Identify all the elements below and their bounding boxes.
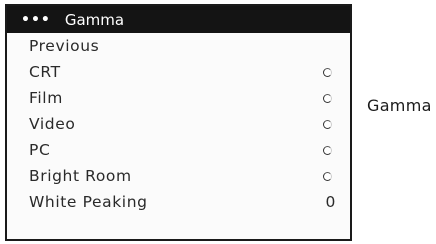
- gamma-menu-panel: ••• Gamma Previous CRT Film Video PC Bri…: [5, 4, 352, 241]
- menu-item-pc[interactable]: PC: [7, 137, 350, 163]
- menu-title: Gamma: [64, 10, 125, 29]
- menu-item-bright-room[interactable]: Bright Room: [7, 163, 350, 189]
- menu-item-film[interactable]: Film: [7, 85, 350, 111]
- menu-dots-icon: •••: [21, 11, 51, 28]
- menu-item-label: PC: [29, 141, 51, 159]
- menu-item-label: Previous: [29, 37, 100, 55]
- radio-button[interactable]: [323, 68, 332, 77]
- menu-item-white-peaking[interactable]: White Peaking 0: [7, 189, 350, 215]
- radio-button[interactable]: [323, 172, 332, 181]
- radio-button[interactable]: [323, 94, 332, 103]
- callout-label: Gamma: [367, 96, 432, 115]
- menu-item-label: Bright Room: [29, 167, 132, 185]
- menu-item-video[interactable]: Video: [7, 111, 350, 137]
- white-peaking-value: 0: [325, 193, 336, 211]
- radio-button[interactable]: [323, 146, 332, 155]
- menu-item-crt[interactable]: CRT: [7, 59, 350, 85]
- radio-button[interactable]: [323, 120, 332, 129]
- menu-item-label: Film: [29, 89, 63, 107]
- menu-item-label: CRT: [29, 63, 61, 81]
- menu-item-previous[interactable]: Previous: [7, 33, 350, 59]
- menu-item-label: Video: [29, 115, 76, 133]
- menu-header: ••• Gamma: [7, 6, 350, 33]
- menu-item-label: White Peaking: [29, 193, 148, 211]
